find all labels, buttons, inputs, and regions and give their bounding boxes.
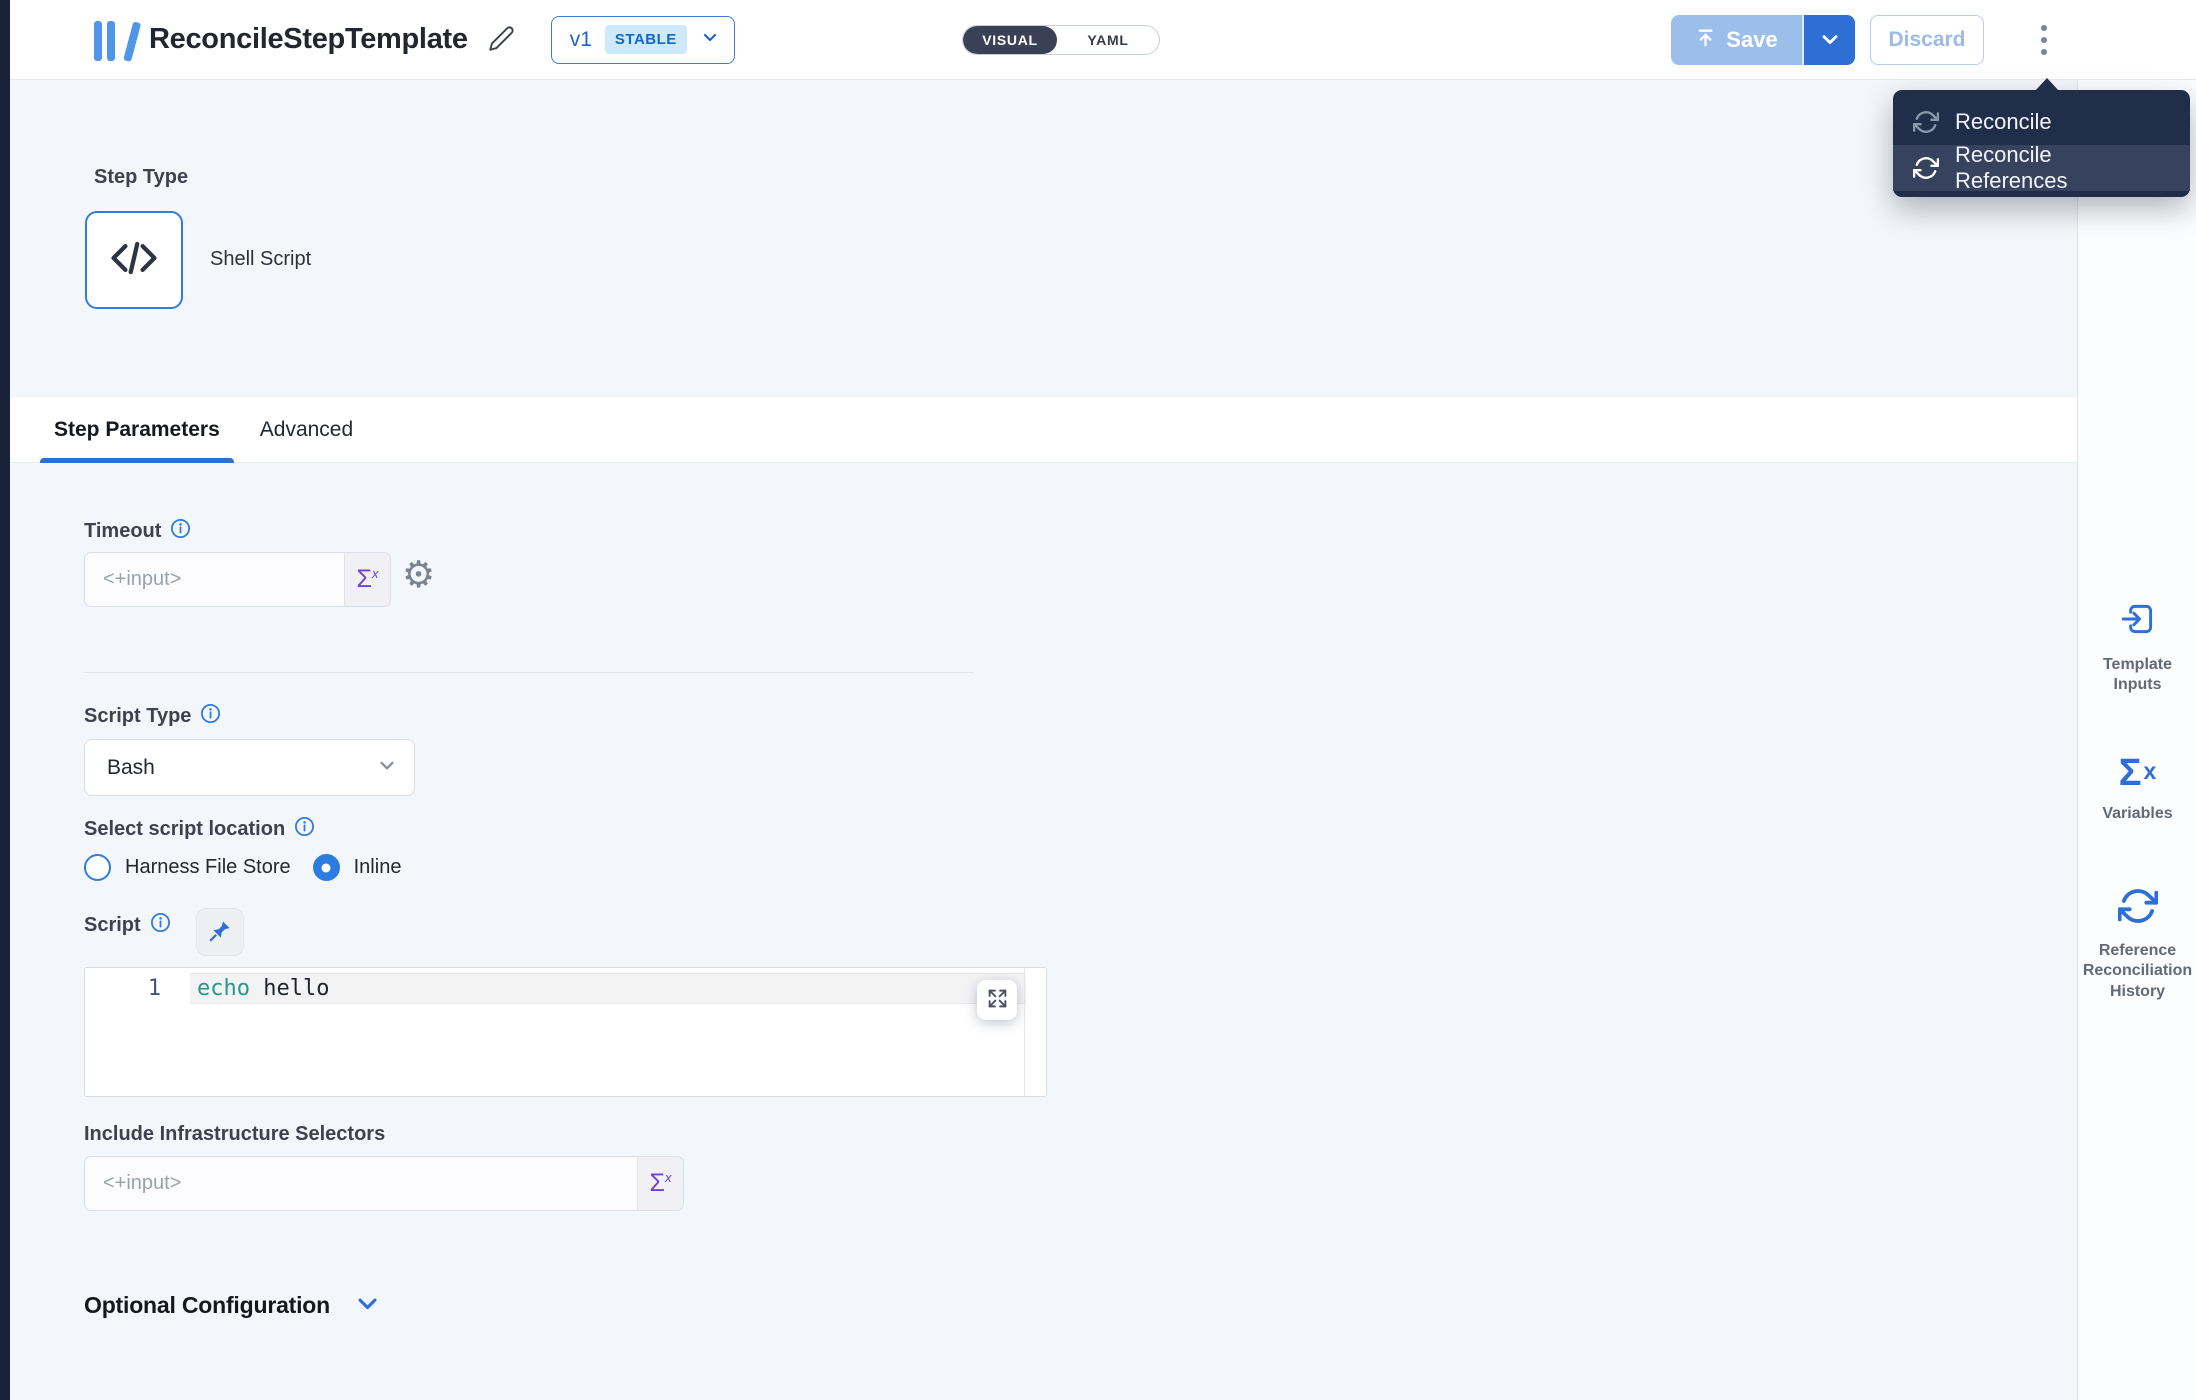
- left-nav-rail: [0, 0, 10, 1400]
- save-split-button: Save: [1671, 15, 1855, 65]
- timeout-label: Timeout: [84, 520, 161, 543]
- editor-minimap-divider: [1024, 968, 1025, 1096]
- version-selector[interactable]: v1 STABLE: [551, 16, 735, 64]
- infrastructure-selectors-input[interactable]: [85, 1157, 637, 1210]
- code-line: echo hello: [197, 976, 329, 1001]
- gear-icon: ⚙: [402, 554, 435, 595]
- timeout-label-row: Timeout: [84, 518, 191, 545]
- menu-item-reconcile[interactable]: Reconcile: [1893, 99, 2190, 145]
- script-location-options: Harness File Store Inline: [84, 854, 401, 881]
- timeout-settings-button[interactable]: ⚙: [402, 556, 435, 593]
- tab-bar: Step Parameters Advanced: [10, 396, 2077, 463]
- save-options-button[interactable]: [1802, 15, 1855, 65]
- more-options-button[interactable]: [2024, 15, 2064, 65]
- save-button[interactable]: Save: [1671, 15, 1802, 65]
- optional-configuration-toggle[interactable]: Optional Configuration: [84, 1290, 381, 1320]
- timeout-input[interactable]: [85, 553, 344, 606]
- sigma-x-icon: Σx: [2119, 752, 2157, 794]
- sidebar-item-reference-reconciliation-history[interactable]: Reference Reconciliation History: [2078, 886, 2196, 1002]
- edit-title-button[interactable]: [488, 25, 515, 55]
- tab-yaml[interactable]: YAML: [1057, 26, 1159, 54]
- line-number: 1: [113, 976, 161, 1001]
- radio-icon-checked: [313, 854, 340, 881]
- menu-item-reconcile-references[interactable]: Reconcile References: [1893, 145, 2190, 191]
- radio-icon: [84, 854, 111, 881]
- refresh-icon: [1913, 155, 1939, 181]
- right-sidebar: Template Inputs Σx Variables Reference R…: [2077, 80, 2196, 1400]
- sidebar-item-label: Template Inputs: [2096, 655, 2180, 696]
- expression-button[interactable]: Σx: [344, 553, 390, 606]
- pin-icon: [208, 919, 232, 946]
- header: ReconcileStepTemplate v1 STABLE VISUAL Y…: [10, 0, 2196, 80]
- header-actions: Save Discard: [1671, 15, 2064, 65]
- info-icon[interactable]: [170, 518, 191, 545]
- info-icon[interactable]: [150, 912, 171, 939]
- script-location-label-row: Select script location: [84, 816, 315, 843]
- code-icon: [106, 230, 162, 291]
- infrastructure-selectors-input-group: Σx: [84, 1156, 684, 1211]
- step-type-card: [85, 211, 183, 309]
- context-menu: Reconcile Reconcile References: [1893, 90, 2190, 197]
- radio-harness-file-store[interactable]: Harness File Store: [84, 854, 291, 881]
- visual-yaml-toggle: VISUAL YAML: [962, 25, 1160, 55]
- infrastructure-selectors-label: Include Infrastructure Selectors: [84, 1123, 385, 1146]
- radio-label: Inline: [354, 856, 402, 879]
- menu-item-label: Reconcile: [1955, 109, 2052, 135]
- template-library-icon: [94, 19, 131, 61]
- expression-button[interactable]: Σx: [637, 1157, 683, 1210]
- script-type-label: Script Type: [84, 705, 191, 728]
- script-location-label: Select script location: [84, 818, 285, 841]
- script-type-label-row: Script Type: [84, 703, 221, 730]
- optional-configuration-label: Optional Configuration: [84, 1292, 330, 1319]
- script-code-editor[interactable]: 1 echo hello: [84, 967, 1047, 1097]
- code-keyword: echo: [197, 976, 250, 1001]
- page-title: ReconcileStepTemplate: [149, 23, 468, 56]
- chevron-down-icon: [700, 27, 720, 52]
- stable-badge: STABLE: [605, 25, 687, 54]
- tab-step-parameters[interactable]: Step Parameters: [40, 397, 234, 462]
- chevron-down-icon: [354, 1290, 381, 1320]
- tab-advanced[interactable]: Advanced: [246, 397, 367, 462]
- timeout-input-group: Σx: [84, 552, 391, 607]
- version-label: v1: [570, 28, 592, 52]
- step-type-value: Shell Script: [210, 248, 311, 271]
- code-argument: hello: [263, 976, 329, 1001]
- sidebar-item-label: Variables: [2083, 804, 2193, 824]
- pin-script-button[interactable]: [196, 908, 244, 956]
- section-divider: [84, 672, 973, 673]
- script-label: Script: [84, 914, 141, 937]
- sidebar-item-template-inputs[interactable]: Template Inputs: [2078, 598, 2196, 696]
- step-type-label: Step Type: [94, 166, 188, 189]
- script-type-value: Bash: [107, 756, 155, 780]
- script-type-select[interactable]: Bash: [84, 739, 415, 796]
- pencil-icon: [488, 25, 515, 55]
- script-label-row: Script: [84, 912, 171, 939]
- chevron-down-icon: [376, 754, 398, 782]
- discard-button[interactable]: Discard: [1870, 15, 1984, 65]
- refresh-icon: [1913, 109, 1939, 135]
- tab-visual[interactable]: VISUAL: [963, 26, 1057, 54]
- upload-icon: [1695, 27, 1716, 54]
- info-icon[interactable]: [200, 703, 221, 730]
- chevron-down-icon: [1818, 27, 1842, 54]
- info-icon[interactable]: [294, 816, 315, 843]
- menu-item-label: Reconcile References: [1955, 142, 2170, 194]
- expand-icon: [987, 988, 1008, 1012]
- radio-inline[interactable]: Inline: [313, 854, 402, 881]
- sidebar-item-variables[interactable]: Σx Variables: [2078, 752, 2196, 824]
- refresh-icon: [2118, 886, 2158, 931]
- template-inputs-icon: [2117, 598, 2159, 645]
- radio-label: Harness File Store: [125, 856, 291, 879]
- sidebar-item-label: Reference Reconciliation History: [2079, 941, 2196, 1002]
- expand-editor-button[interactable]: [977, 980, 1017, 1020]
- save-button-label: Save: [1726, 27, 1777, 53]
